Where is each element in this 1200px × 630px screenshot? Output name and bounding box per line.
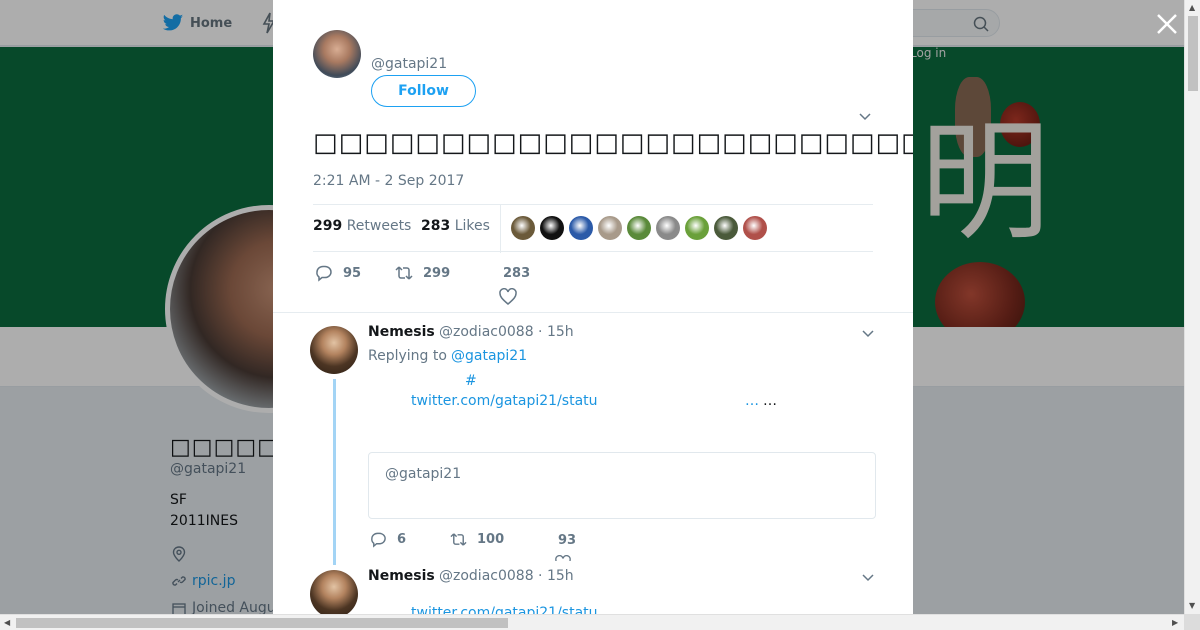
- retweet-label: Retweets: [346, 218, 412, 234]
- retweet-stat[interactable]: 299 Retweets: [313, 218, 411, 234]
- reply-link[interactable]: twitter.com/gatapi21/statu: [411, 393, 598, 409]
- retweet-button[interactable]: 299: [395, 264, 450, 282]
- liker-avatar[interactable]: [569, 216, 593, 240]
- tweet-modal: @gatapi21 Follow □□□□□□□□□□□□□□□□□□□□□□□…: [273, 0, 913, 614]
- scrollbar-corner: [1184, 614, 1200, 630]
- scroll-up-arrow-icon[interactable]: ▲: [1189, 4, 1195, 12]
- replies-list: Nemesis @zodiac0088 · 15h Replying to @g…: [273, 312, 913, 614]
- retweet-icon: [395, 266, 413, 280]
- tweet-actions: 95 299 283: [313, 262, 873, 306]
- replying-to-label: Replying to: [368, 348, 447, 364]
- reply-author-meta[interactable]: @zodiac0088 · 15h: [439, 568, 574, 584]
- liker-avatar[interactable]: [598, 216, 622, 240]
- reply-author-meta[interactable]: @zodiac0088 · 15h: [439, 324, 574, 340]
- liker-avatar[interactable]: [511, 216, 535, 240]
- reply-ellipsis: …: [763, 393, 777, 409]
- liker-avatar[interactable]: [743, 216, 767, 240]
- likes-label: Likes: [454, 218, 490, 234]
- retweet-count: 100: [477, 532, 505, 547]
- reply-icon: [316, 265, 332, 282]
- heart-icon[interactable]: [555, 555, 571, 561]
- reply-author-name[interactable]: Nemesis: [368, 324, 435, 340]
- retweet-icon: [450, 533, 467, 546]
- reply-author-name[interactable]: Nemesis: [368, 568, 435, 584]
- like-count: 283: [503, 266, 531, 281]
- tweet-text: □□□□□□□□□□□□□□□□□□□□□□□□□□□□□□□□□□□□□□□□…: [313, 128, 913, 158]
- liker-avatar[interactable]: [540, 216, 564, 240]
- reply-link[interactable]: twitter.com/gatapi21/statu: [411, 605, 598, 614]
- like-count: 93: [558, 533, 577, 548]
- vertical-scroll-thumb[interactable]: [1188, 16, 1198, 91]
- chevron-down-icon[interactable]: [861, 571, 875, 585]
- liker-avatar[interactable]: [714, 216, 738, 240]
- scroll-right-arrow-icon[interactable]: ▶: [1172, 619, 1178, 627]
- author-avatar[interactable]: [313, 30, 361, 78]
- chevron-down-icon[interactable]: [861, 327, 875, 341]
- quoted-tweet[interactable]: @gatapi21: [368, 452, 876, 519]
- replying-to-user[interactable]: @gatapi21: [451, 348, 527, 364]
- retweet-count: 299: [313, 218, 343, 234]
- vertical-scrollbar[interactable]: ▲ ▼: [1184, 0, 1200, 614]
- reply-icon: [371, 532, 386, 548]
- reply-hashtag[interactable]: #: [465, 373, 477, 389]
- reply-count: 95: [343, 265, 362, 281]
- divider: [500, 205, 501, 253]
- liker-avatar[interactable]: [656, 216, 680, 240]
- reply-button[interactable]: 6: [370, 531, 406, 548]
- reply-actions: 6 100 93: [368, 531, 668, 561]
- horizontal-scroll-thumb[interactable]: [16, 618, 508, 628]
- liker-avatar[interactable]: [685, 216, 709, 240]
- retweet-button[interactable]: 100: [450, 531, 504, 548]
- reply-button[interactable]: 95: [315, 264, 361, 282]
- reply-avatar[interactable]: [310, 570, 358, 614]
- horizontal-scrollbar[interactable]: ◀ ▶: [0, 614, 1184, 630]
- reply-ellipsis-link[interactable]: …: [745, 393, 759, 409]
- quoted-handle: @gatapi21: [385, 466, 462, 482]
- scroll-down-arrow-icon[interactable]: ▼: [1189, 602, 1195, 610]
- retweet-action-count: 299: [423, 265, 451, 281]
- reply-avatar[interactable]: [310, 326, 358, 374]
- likes-stat[interactable]: 283 Likes: [421, 218, 490, 234]
- tweet-stats: 299 Retweets 283 Likes: [313, 204, 873, 253]
- close-icon[interactable]: [1155, 12, 1179, 36]
- heart-icon[interactable]: [499, 288, 517, 306]
- thread-line: [333, 379, 336, 565]
- reply-count: 6: [397, 532, 407, 547]
- liker-avatars: [511, 216, 767, 240]
- author-handle[interactable]: @gatapi21: [371, 56, 447, 72]
- tweet-timestamp[interactable]: 2:21 AM - 2 Sep 2017: [313, 173, 464, 189]
- scroll-left-arrow-icon[interactable]: ◀: [4, 619, 10, 627]
- liker-avatar[interactable]: [627, 216, 651, 240]
- likes-count: 283: [421, 218, 451, 234]
- chevron-down-icon[interactable]: [858, 110, 872, 124]
- follow-button[interactable]: Follow: [371, 75, 476, 107]
